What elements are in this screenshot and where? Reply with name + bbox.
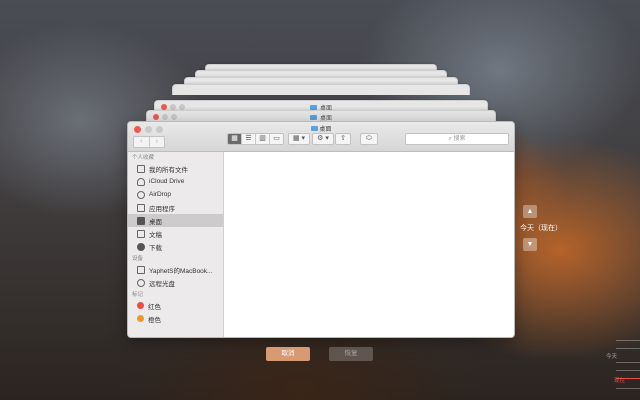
timeline-today-label[interactable]: 今天	[606, 352, 617, 360]
folder-icon	[309, 115, 317, 120]
desktop-icon	[137, 216, 145, 225]
sidebar: 个人收藏 我的所有文件 iCloud Drive AirDrop 应用程序 桌面…	[128, 152, 224, 337]
timeline-tick	[616, 370, 640, 371]
timeline-tick	[616, 348, 640, 349]
search-input[interactable]: ⌕ 搜索	[405, 133, 509, 145]
tag-button[interactable]: ⬭	[360, 133, 378, 145]
time-now-label: 今天（现在）	[520, 225, 562, 232]
orange-tag-icon	[137, 315, 144, 322]
red-tag-icon	[137, 302, 144, 309]
view-mode-group: ▦ ☰ ▥ ▭	[227, 133, 284, 145]
sidebar-item-tag-orange[interactable]: 橙色	[128, 312, 223, 325]
nav-buttons: ‹ ›	[133, 136, 165, 148]
sidebar-item-tag-red[interactable]: 红色	[128, 299, 223, 312]
sidebar-item-label: 应用程序	[149, 205, 175, 213]
sidebar-section-favorites: 个人收藏	[132, 155, 155, 161]
gallery-view-button[interactable]: ▭	[269, 134, 283, 144]
sidebar-item-applications[interactable]: 应用程序	[128, 201, 223, 214]
finder-toolbar: 桌面 ‹ › ▦ ☰ ▥ ▭ ▦ ▾ ⚙ ▾ ⇧ ⬭ ⌕ 搜索	[128, 122, 514, 152]
action-button[interactable]: ⚙ ▾	[312, 133, 334, 145]
forward-button[interactable]: ›	[148, 137, 165, 147]
sidebar-item-label: 红色	[148, 303, 161, 311]
sidebar-item-macbook[interactable]: YaphetS的MacBook...	[128, 263, 223, 276]
arrange-button[interactable]: ▦ ▾	[288, 133, 310, 145]
all-files-icon	[137, 164, 145, 173]
laptop-icon	[137, 265, 145, 274]
time-up-button[interactable]: ▲	[523, 205, 537, 218]
applications-icon	[137, 203, 145, 212]
timeline-tick	[616, 340, 640, 341]
timeline-now-label[interactable]: 现在	[614, 376, 625, 384]
disc-icon	[137, 278, 145, 287]
back-button[interactable]: ‹	[134, 137, 149, 147]
stacked-window-4	[172, 84, 470, 95]
search-icon: ⌕	[448, 136, 452, 142]
finder-window[interactable]: 桌面 ‹ › ▦ ☰ ▥ ▭ ▦ ▾ ⚙ ▾ ⇧ ⬭ ⌕ 搜索 个人收藏 我的所…	[127, 121, 515, 338]
timeline-tick	[616, 362, 640, 363]
cloud-icon	[137, 177, 145, 186]
sidebar-item-icloud-drive[interactable]: iCloud Drive	[128, 175, 223, 188]
folder-icon	[310, 126, 318, 131]
sidebar-item-desktop[interactable]: 桌面	[128, 214, 223, 227]
time-down-button[interactable]: ▼	[523, 238, 537, 251]
sidebar-section-tags: 标记	[132, 292, 144, 298]
sidebar-item-label: 我的所有文件	[149, 166, 188, 174]
cancel-button[interactable]: 取消	[266, 347, 310, 361]
sidebar-item-label: iCloud Drive	[149, 178, 185, 185]
restore-button[interactable]: 恢复	[329, 347, 373, 361]
sidebar-item-label: YaphetS的MacBook...	[149, 267, 213, 275]
timeline-tick	[616, 388, 640, 389]
sidebar-section-devices: 设备	[132, 256, 144, 262]
list-view-button[interactable]: ☰	[241, 134, 255, 144]
sidebar-item-label: 下载	[149, 244, 162, 252]
share-button[interactable]: ⇧	[335, 133, 351, 145]
sidebar-item-label: 桌面	[149, 218, 162, 226]
sidebar-item-airdrop[interactable]: AirDrop	[128, 188, 223, 201]
column-view-button[interactable]: ▥	[255, 134, 269, 144]
file-content-area[interactable]	[224, 152, 514, 337]
sidebar-item-all-files[interactable]: 我的所有文件	[128, 162, 223, 175]
airdrop-icon	[137, 190, 145, 199]
search-placeholder: 搜索	[453, 136, 466, 142]
sidebar-item-documents[interactable]: 文稿	[128, 227, 223, 240]
sidebar-item-label: 橙色	[148, 316, 161, 324]
sidebar-item-label: 远程光盘	[149, 280, 175, 288]
sidebar-item-label: 文稿	[149, 231, 162, 239]
sidebar-item-label: AirDrop	[149, 191, 172, 198]
icon-view-button[interactable]: ▦	[228, 134, 241, 144]
downloads-icon	[137, 242, 145, 251]
sidebar-item-downloads[interactable]: 下载	[128, 240, 223, 253]
sidebar-item-remote-disc[interactable]: 远程光盘	[128, 276, 223, 289]
documents-icon	[137, 229, 145, 238]
